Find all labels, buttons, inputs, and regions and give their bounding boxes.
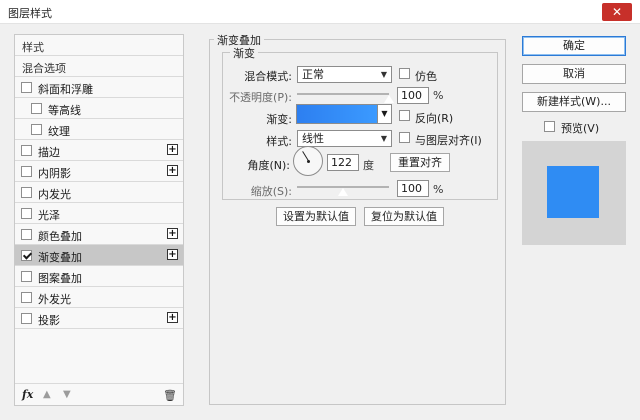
style-item-label: 内阴影 bbox=[38, 167, 71, 180]
preview-checkbox[interactable] bbox=[544, 121, 555, 132]
dither-label: 仿色 bbox=[415, 70, 437, 83]
angle-dial[interactable] bbox=[293, 146, 323, 176]
style-item-label: 颜色叠加 bbox=[38, 230, 82, 243]
blend-options-item[interactable]: 混合选项 bbox=[15, 56, 183, 77]
scale-unit: % bbox=[433, 183, 444, 196]
style-item-label: 斜面和浮雕 bbox=[38, 83, 93, 96]
angle-unit: 度 bbox=[363, 159, 374, 172]
contour-checkbox[interactable] bbox=[31, 103, 42, 114]
styles-header[interactable]: 样式 bbox=[15, 35, 183, 56]
style-item-label: 描边 bbox=[38, 146, 60, 159]
reverse-checkbox[interactable] bbox=[399, 110, 410, 121]
gradient-style-value: 线性 bbox=[302, 132, 324, 145]
add-color-overlay-plus-icon[interactable]: + bbox=[167, 228, 178, 239]
ok-button[interactable]: 确定 bbox=[522, 36, 626, 56]
style-item-label: 渐变叠加 bbox=[38, 251, 82, 264]
align-with-layer-label: 与图层对齐(I) bbox=[415, 134, 482, 147]
new-style-button[interactable]: 新建样式(W)... bbox=[522, 92, 626, 112]
reverse-label: 反向(R) bbox=[415, 112, 454, 125]
gradient-style-select[interactable]: 线性 ▼ bbox=[297, 130, 392, 147]
inner-glow-checkbox[interactable] bbox=[21, 187, 32, 198]
reset-alignment-button[interactable]: 重置对齐 bbox=[390, 153, 450, 172]
styles-panel-toolbar: fx ▲ ▼ 🗑 bbox=[15, 383, 183, 405]
angle-label: 角度(N): bbox=[247, 159, 290, 172]
style-item-inner-glow[interactable]: 内发光 bbox=[15, 182, 183, 203]
style-item-bevel-emboss[interactable]: 斜面和浮雕 bbox=[15, 77, 183, 98]
style-item-label: 图案叠加 bbox=[38, 272, 82, 285]
add-drop-shadow-plus-icon[interactable]: + bbox=[167, 312, 178, 323]
stroke-checkbox[interactable] bbox=[21, 145, 32, 156]
gradient-group-title: 渐变 bbox=[230, 45, 258, 61]
style-item-contour[interactable]: 等高线 bbox=[15, 98, 183, 119]
gradient-style-label: 样式: bbox=[266, 135, 292, 148]
blend-mode-label: 混合模式: bbox=[244, 70, 292, 83]
preview-label: 预览(V) bbox=[561, 122, 600, 135]
angle-dial-center bbox=[307, 160, 310, 163]
cancel-button[interactable]: 取消 bbox=[522, 64, 626, 84]
window-title: 图层样式 bbox=[8, 7, 52, 20]
drop-shadow-checkbox[interactable] bbox=[21, 313, 32, 324]
style-item-color-overlay[interactable]: 颜色叠加 + bbox=[15, 224, 183, 245]
style-item-label: 内发光 bbox=[38, 188, 71, 201]
style-item-texture[interactable]: 纹理 bbox=[15, 119, 183, 140]
opacity-unit: % bbox=[433, 89, 444, 102]
style-item-satin[interactable]: 光泽 bbox=[15, 203, 183, 224]
opacity-slider-track[interactable] bbox=[297, 93, 389, 95]
chevron-down-icon: ▼ bbox=[380, 70, 387, 79]
style-item-drop-shadow[interactable]: 投影 + bbox=[15, 308, 183, 329]
title-bar: 图层样式 ✕ bbox=[0, 0, 640, 24]
move-down-icon[interactable]: ▼ bbox=[63, 389, 71, 400]
preview-panel bbox=[522, 141, 626, 245]
opacity-input[interactable]: 100 bbox=[397, 87, 429, 104]
style-item-inner-shadow[interactable]: 内阴影 + bbox=[15, 161, 183, 182]
opacity-label: 不透明度(P): bbox=[229, 91, 292, 104]
styles-list-panel: 样式 混合选项 斜面和浮雕 等高线 纹理 描边 + 内阴影 + 内发光 光泽 颜… bbox=[14, 34, 184, 406]
texture-checkbox[interactable] bbox=[31, 124, 42, 135]
move-up-icon[interactable]: ▲ bbox=[43, 389, 51, 400]
style-item-gradient-overlay[interactable]: 渐变叠加 + bbox=[15, 245, 183, 266]
gradient-picker[interactable] bbox=[296, 104, 378, 124]
gradient-label: 渐变: bbox=[266, 113, 292, 126]
scale-input[interactable]: 100 bbox=[397, 180, 429, 197]
bevel-emboss-checkbox[interactable] bbox=[21, 82, 32, 93]
blend-options-label: 混合选项 bbox=[22, 62, 66, 75]
style-item-label: 光泽 bbox=[38, 209, 60, 222]
style-item-label: 等高线 bbox=[48, 104, 81, 117]
reset-to-default-button[interactable]: 复位为默认值 bbox=[364, 207, 444, 226]
gradient-dropdown-icon[interactable]: ▼ bbox=[378, 104, 392, 124]
style-item-stroke[interactable]: 描边 + bbox=[15, 140, 183, 161]
blend-mode-select[interactable]: 正常 ▼ bbox=[297, 66, 392, 83]
fx-icon[interactable]: fx bbox=[22, 388, 33, 401]
make-default-button[interactable]: 设置为默认值 bbox=[276, 207, 356, 226]
blend-mode-value: 正常 bbox=[302, 68, 324, 81]
add-stroke-plus-icon[interactable]: + bbox=[167, 144, 178, 155]
style-item-outer-glow[interactable]: 外发光 bbox=[15, 287, 183, 308]
trash-icon[interactable]: 🗑 bbox=[163, 389, 177, 402]
align-with-layer-checkbox[interactable] bbox=[399, 132, 410, 143]
opacity-slider-thumb[interactable] bbox=[383, 94, 395, 104]
style-item-label: 外发光 bbox=[38, 293, 71, 306]
outer-glow-checkbox[interactable] bbox=[21, 292, 32, 303]
styles-header-label: 样式 bbox=[22, 41, 44, 54]
add-gradient-overlay-plus-icon[interactable]: + bbox=[167, 249, 178, 260]
color-overlay-checkbox[interactable] bbox=[21, 229, 32, 240]
preview-swatch bbox=[547, 166, 599, 218]
angle-input[interactable]: 122 bbox=[327, 154, 359, 171]
pattern-overlay-checkbox[interactable] bbox=[21, 271, 32, 282]
scale-label: 缩放(S): bbox=[250, 185, 292, 198]
close-icon[interactable]: ✕ bbox=[602, 3, 632, 21]
style-item-pattern-overlay[interactable]: 图案叠加 bbox=[15, 266, 183, 287]
gradient-overlay-checkbox[interactable] bbox=[21, 250, 32, 261]
style-item-label: 纹理 bbox=[48, 125, 70, 138]
style-item-label: 投影 bbox=[38, 314, 60, 327]
add-inner-shadow-plus-icon[interactable]: + bbox=[167, 165, 178, 176]
scale-slider-thumb[interactable] bbox=[337, 187, 349, 197]
dither-checkbox[interactable] bbox=[399, 68, 410, 79]
inner-shadow-checkbox[interactable] bbox=[21, 166, 32, 177]
satin-checkbox[interactable] bbox=[21, 208, 32, 219]
chevron-down-icon: ▼ bbox=[380, 134, 387, 143]
